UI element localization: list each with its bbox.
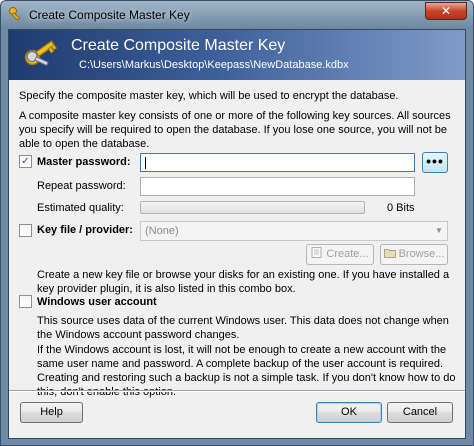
ok-button[interactable]: OK [316,402,382,423]
checkmark-icon: ✓ [21,156,30,167]
title-bar[interactable]: Create Composite Master Key ✕ [1,1,473,29]
close-icon: ✕ [440,4,452,18]
windows-account-label: Windows user account [37,296,157,308]
key-icon [9,7,21,21]
banner: Create Composite Master Key C:\Users\Mar… [9,30,465,80]
quality-bits-value: 0 Bits [387,202,415,214]
master-password-checkbox[interactable]: ✓ [19,155,32,168]
intro-description: A composite master key consists of one o… [19,110,451,150]
folder-icon [383,249,396,258]
windows-account-help: This source uses data of the current Win… [37,315,449,341]
browse-key-file-button[interactable]: Browse... [380,244,448,265]
master-password-input[interactable] [140,153,415,172]
ok-button-label: OK [341,406,357,418]
create-key-file-button[interactable]: Create... [306,244,374,265]
cancel-button-label: Cancel [402,406,438,418]
repeat-password-input[interactable] [140,177,415,196]
banner-title: Create Composite Master Key [71,37,286,54]
new-file-icon [311,247,322,258]
dots-icon: ••• [426,153,444,169]
close-button[interactable]: ✕ [425,2,467,20]
help-button-label: Help [40,406,63,418]
windows-account-checkbox[interactable] [19,295,32,308]
key-file-selected: (None) [145,225,179,237]
key-file-help: Create a new key file or browse your dis… [37,269,450,295]
window-title: Create Composite Master Key [29,8,190,22]
key-file-combo[interactable]: (None) ▼ [140,221,448,241]
help-button[interactable]: Help [20,402,83,423]
cancel-button[interactable]: Cancel [387,402,453,423]
master-password-label: Master password: [37,156,131,168]
database-path: C:\Users\Markus\Desktop\Keepass\NewDatab… [79,59,349,71]
browse-button-label: Browse... [398,248,445,260]
chevron-down-icon: ▼ [435,226,443,235]
key-file-checkbox[interactable] [19,224,32,237]
intro-text: Specify the composite master key, which … [19,90,399,102]
dialog-window: Create Composite Master Key ✕ Create Com… [0,0,474,446]
show-password-button[interactable]: ••• [422,152,448,173]
quality-progress-bar [140,201,365,214]
estimated-quality-label: Estimated quality: [37,202,124,214]
create-button-label: Create... [326,248,369,260]
text-caret [145,157,146,169]
keys-icon [24,40,58,67]
dialog-client: Create Composite Master Key C:\Users\Mar… [8,29,466,439]
key-file-label: Key file / provider: [37,224,133,236]
footer-separator [9,390,465,392]
repeat-password-label: Repeat password: [37,180,126,192]
